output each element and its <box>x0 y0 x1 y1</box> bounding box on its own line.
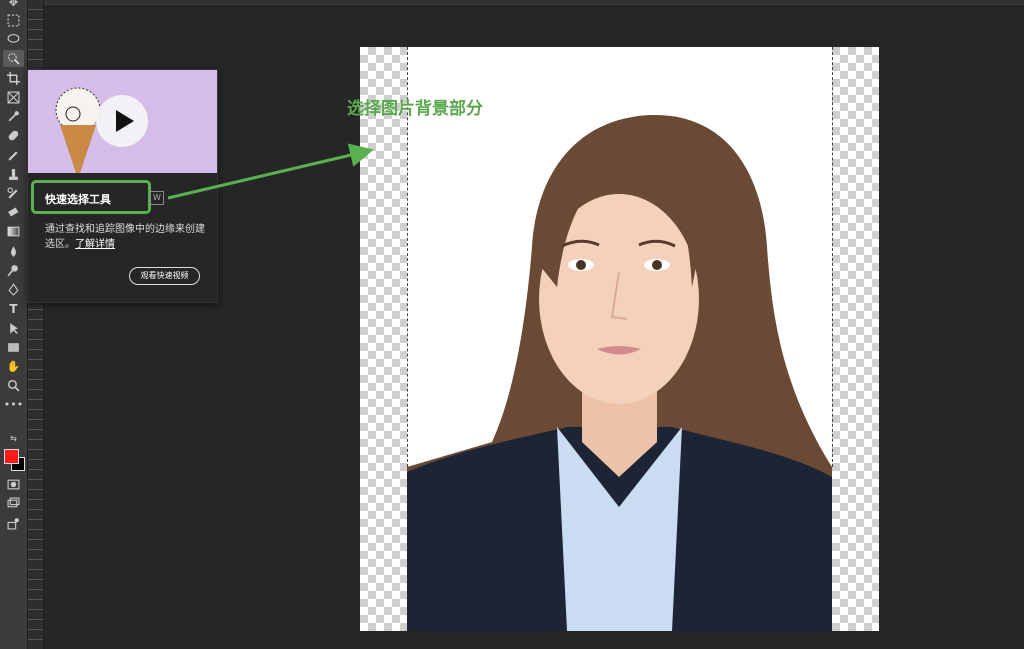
rectangle-icon[interactable] <box>3 339 24 356</box>
options-bar <box>0 0 1024 7</box>
blur-icon[interactable] <box>3 243 24 260</box>
tools-panel: ✥ T ✋ ••• ⇆ <box>0 0 28 649</box>
watch-video-button[interactable]: 观看快速视频 <box>129 267 200 285</box>
hand-icon[interactable]: ✋ <box>3 358 24 375</box>
play-button[interactable] <box>96 95 148 147</box>
brush-icon[interactable] <box>3 147 24 164</box>
lasso-icon[interactable] <box>3 31 24 48</box>
swap-colors-icon[interactable]: ⇆ <box>3 430 24 447</box>
tooltip-video-thumbnail[interactable] <box>28 70 217 173</box>
screen-mode-icon[interactable] <box>3 495 24 512</box>
foreground-color-swatch[interactable] <box>4 449 19 464</box>
share-icon[interactable] <box>3 515 24 532</box>
type-icon[interactable]: T <box>3 300 24 317</box>
clone-stamp-icon[interactable] <box>3 166 24 183</box>
crop-icon[interactable] <box>3 70 24 87</box>
gradient-icon[interactable] <box>3 223 24 240</box>
play-icon <box>116 110 134 132</box>
zoom-icon[interactable] <box>3 377 24 394</box>
quick-selection-icon[interactable] <box>3 50 24 67</box>
dodge-icon[interactable] <box>3 262 24 279</box>
history-brush-icon[interactable] <box>3 185 24 202</box>
tooltip-title: 快速选择工具 <box>45 193 111 206</box>
description-text: 通过查找和追踪图像中的边缘来创建选区。 <box>45 224 205 250</box>
selection-edge-right <box>832 47 833 467</box>
annotation-text: 选择图片背景部分 <box>347 99 483 119</box>
portrait-photo <box>407 47 832 631</box>
tooltip-description: 通过查找和追踪图像中的边缘来创建选区。了解详情 <box>45 222 210 252</box>
eyedropper-icon[interactable] <box>3 108 24 125</box>
eraser-icon[interactable] <box>3 204 24 221</box>
quick-mask-icon[interactable] <box>3 476 24 493</box>
rich-tooltip: 快速选择工具 W 通过查找和追踪图像中的边缘来创建选区。了解详情 观看快速视频 <box>27 69 218 303</box>
learn-more-link[interactable]: 了解详情 <box>75 239 115 250</box>
path-selection-icon[interactable] <box>3 320 24 337</box>
frame-icon[interactable] <box>3 89 24 106</box>
healing-brush-icon[interactable] <box>3 127 24 144</box>
marquee-icon[interactable] <box>3 12 24 29</box>
shortcut-key: W <box>150 191 164 205</box>
move-icon[interactable]: ✥ <box>3 0 24 11</box>
document-canvas[interactable] <box>360 47 879 631</box>
more-tools-icon[interactable]: ••• <box>3 396 24 413</box>
pen-icon[interactable] <box>3 281 24 298</box>
